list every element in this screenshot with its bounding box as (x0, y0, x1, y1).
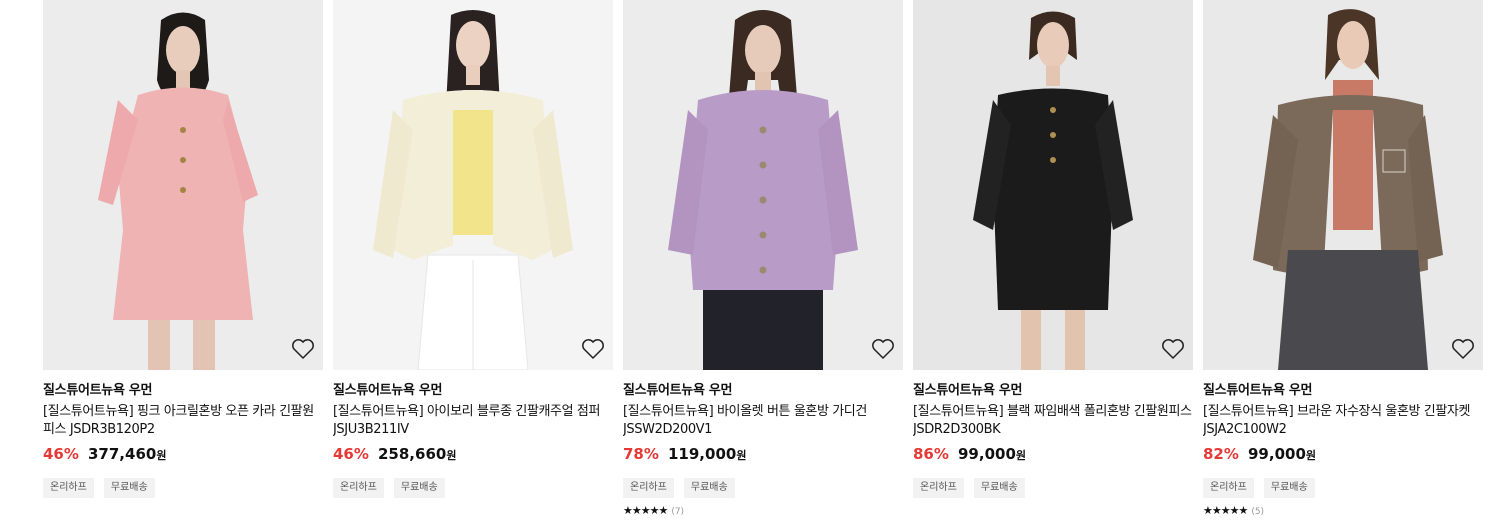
model-in-brown-check-jacket-image (1203, 0, 1483, 370)
product-name[interactable]: [질스튜어트뉴욕] 핑크 아크릴혼방 오픈 카라 긴팔원피스 JSDR3B120… (43, 403, 323, 439)
review-count[interactable]: (5) (1251, 507, 1264, 517)
product-image[interactable] (623, 0, 903, 370)
product-name[interactable]: [질스튜어트뉴욕] 블랙 짜임배색 폴리혼방 긴팔원피스 JSDR2D300BK (913, 403, 1193, 439)
discount-rate: 82% (1203, 445, 1239, 463)
heart-outline-icon[interactable] (1451, 338, 1475, 360)
discount-rate: 78% (623, 445, 659, 463)
heart-outline-icon[interactable] (291, 338, 315, 360)
tag-list: 온리하프 무료배송 (333, 475, 613, 498)
rating: ★★★★★ (5) (1203, 504, 1483, 518)
tag-free-shipping: 무료배송 (393, 478, 445, 498)
brand-name: 질스튜어트뉴욕 우먼 (333, 383, 443, 398)
price-row: 82% 99,000원 (1203, 444, 1483, 464)
product-card[interactable]: 질스튜어트뉴욕 우먼 [질스튜어트뉴욕] 바이올렛 버튼 울혼방 가디건 JSS… (623, 0, 903, 518)
product-card[interactable]: 질스튜어트뉴욕 우먼 [질스튜어트뉴욕] 아이보리 블루종 긴팔캐주얼 점퍼 J… (333, 0, 613, 498)
currency-unit: 원 (156, 449, 167, 462)
tag-only-half: 온리하프 (43, 478, 94, 498)
currency-unit: 원 (446, 449, 457, 462)
currency-unit: 원 (736, 449, 747, 462)
product-name[interactable]: [질스튜어트뉴욕] 아이보리 블루종 긴팔캐주얼 점퍼 JSJU3B211IV (333, 403, 613, 439)
currency-unit: 원 (1015, 449, 1027, 462)
product-image[interactable] (43, 0, 323, 370)
product-card[interactable]: 질스튜어트뉴욕 우먼 [질스튜어트뉴욕] 브라운 자수장식 울혼방 긴팔자켓 J… (1203, 0, 1483, 518)
model-in-black-dress-image (913, 0, 1193, 370)
sale-price: 99,000 (958, 445, 1016, 463)
product-image[interactable] (913, 0, 1193, 370)
tag-only-half: 온리하프 (623, 478, 674, 498)
product-image[interactable] (333, 0, 613, 370)
tag-free-shipping: 무료배송 (1263, 478, 1315, 498)
heart-outline-icon[interactable] (581, 338, 605, 360)
review-count[interactable]: (7) (671, 507, 684, 517)
price-row: 46% 258,660원 (333, 444, 613, 464)
product-card[interactable]: 질스튜어트뉴욕 우먼 [질스튜어트뉴욕] 블랙 짜임배색 폴리혼방 긴팔원피스 … (913, 0, 1193, 498)
tag-only-half: 온리하프 (1203, 478, 1254, 498)
tag-only-half: 온리하프 (913, 478, 964, 498)
product-grid: 질스튜어트뉴욕 우먼 [질스튜어트뉴욕] 핑크 아크릴혼방 오픈 카라 긴팔원피… (0, 0, 1493, 523)
currency-unit: 원 (1305, 449, 1317, 462)
price-row: 78% 119,000원 (623, 444, 903, 464)
model-in-pink-tweed-dress-image (43, 0, 323, 370)
product-image[interactable] (1203, 0, 1483, 370)
discount-rate: 86% (913, 445, 949, 463)
product-name[interactable]: [질스튜어트뉴욕] 브라운 자수장식 울혼방 긴팔자켓 JSJA2C100W2 (1203, 403, 1483, 439)
tag-list: 온리하프 무료배송 (623, 475, 903, 498)
brand-name: 질스튜어트뉴욕 우먼 (43, 383, 153, 398)
star-rating-icon: ★★★★★ (623, 504, 668, 517)
sale-price: 119,000 (668, 445, 737, 463)
product-card[interactable]: 질스튜어트뉴욕 우먼 [질스튜어트뉴욕] 핑크 아크릴혼방 오픈 카라 긴팔원피… (43, 0, 323, 498)
tag-free-shipping: 무료배송 (103, 478, 155, 498)
price-row: 46% 377,460원 (43, 444, 323, 464)
brand-name: 질스튜어트뉴욕 우먼 (913, 383, 1023, 398)
model-in-ivory-blouson-jacket-image (333, 0, 613, 370)
heart-outline-icon[interactable] (871, 338, 895, 360)
tag-free-shipping: 무료배송 (683, 478, 735, 498)
price-row: 86% 99,000원 (913, 444, 1193, 464)
sale-price: 99,000 (1248, 445, 1306, 463)
tag-list: 온리하프 무료배송 (913, 475, 1193, 498)
brand-name: 질스튜어트뉴욕 우먼 (623, 383, 733, 398)
sale-price: 377,460 (88, 445, 157, 463)
heart-outline-icon[interactable] (1161, 338, 1185, 360)
product-name[interactable]: [질스튜어트뉴욕] 바이올렛 버튼 울혼방 가디건 JSSW2D200V1 (623, 403, 903, 439)
brand-name: 질스튜어트뉴욕 우먼 (1203, 383, 1313, 398)
discount-rate: 46% (43, 445, 79, 463)
star-rating-icon: ★★★★★ (1203, 504, 1248, 517)
tag-list: 온리하프 무료배송 (1203, 475, 1483, 498)
discount-rate: 46% (333, 445, 369, 463)
rating: ★★★★★ (7) (623, 504, 903, 518)
sale-price: 258,660 (378, 445, 447, 463)
tag-free-shipping: 무료배송 (973, 478, 1025, 498)
tag-list: 온리하프 무료배송 (43, 475, 323, 498)
model-in-violet-cardigan-image (623, 0, 903, 370)
tag-only-half: 온리하프 (333, 478, 384, 498)
